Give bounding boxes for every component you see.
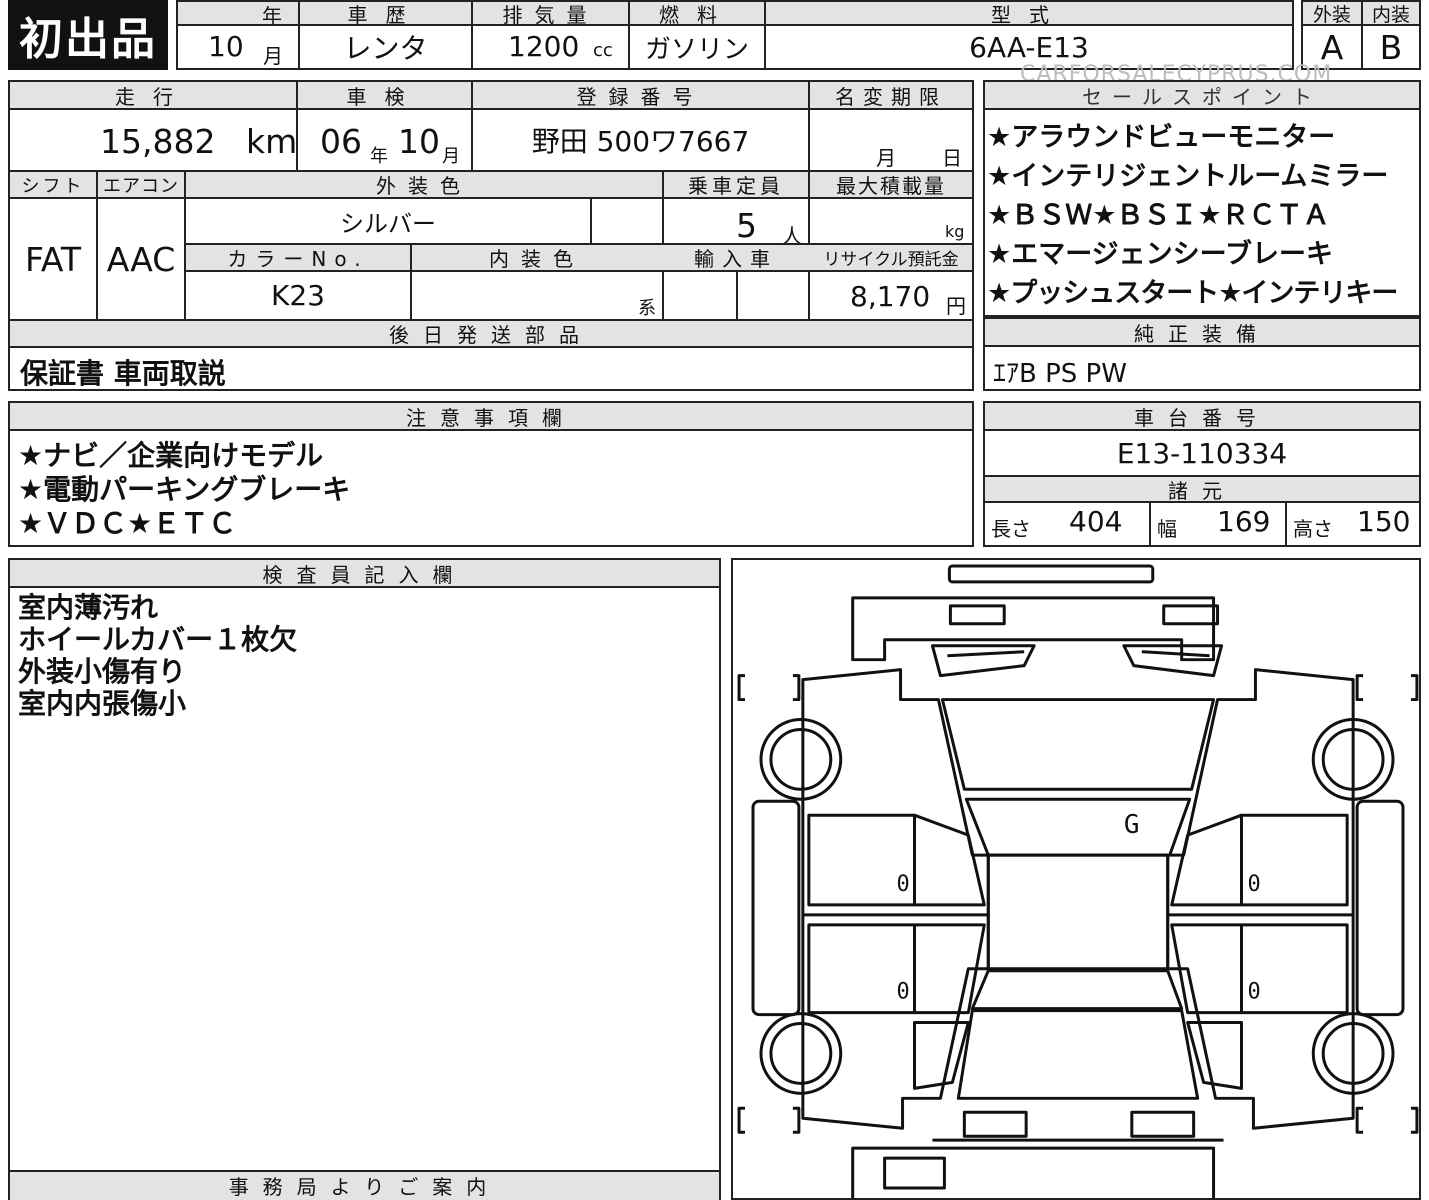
later-parts-value: 保証書 車両取説 (20, 357, 226, 390)
note-item: ★ＶＤＣ★ＥＴＣ (18, 507, 237, 540)
int-color-label: 内装色 (489, 247, 585, 271)
car-condition-diagram: G 0 0 0 0 (737, 564, 1419, 1198)
displacement-unit: cc (593, 40, 613, 61)
length-value: 404 (1069, 505, 1123, 538)
shift-value: FAT (24, 239, 82, 279)
vehicle-info-box: 走行 車検 登録番号 名変期限 15,882 km 06 年 10 月 野田 5… (8, 80, 974, 391)
recycle-value: 8,170 (850, 280, 931, 313)
rear-right-door-mark: 0 (1247, 980, 1260, 1005)
chassis-value: E13-110334 (1116, 436, 1288, 470)
capacity-value: 5 (736, 206, 757, 245)
history-value: レンタ (343, 32, 428, 65)
inspector-item: 室内薄汚れ (18, 591, 159, 624)
capacity-label: 乗車定員 (688, 174, 784, 198)
genuine-equip-value: ｴｱB PS PW (993, 359, 1127, 389)
genuine-equipment-box: 純正装備 ｴｱB PS PW (983, 317, 1421, 391)
inspection-year: 06 (320, 122, 362, 161)
color-no-value: K23 (271, 279, 325, 312)
notes-list: ★ナビ／企業向けモデル ★電動パーキングブレーキ ★ＶＤＣ★ＥＴＣ (18, 439, 350, 541)
chassis-label: 車台番号 (1134, 405, 1270, 430)
width-value: 169 (1217, 505, 1271, 538)
sales-point-item: ★プッシュスタート★インテリキー (987, 278, 1398, 309)
car-diagram-box: G 0 0 0 0 (731, 558, 1421, 1200)
note-item: ★ナビ／企業向けモデル (18, 439, 324, 472)
history-label: 車歴 (347, 2, 424, 27)
height-value: 150 (1357, 505, 1411, 538)
sales-points-list: ★アラウンドビューモニター ★インテリジェントルームミラー ★ＢＳＷ★ＢＳＩ★Ｒ… (987, 118, 1398, 313)
registration-value: 野田 500ワ7667 (531, 125, 750, 158)
inspector-box: 検査員記入欄 室内薄汚れ ホイールカバー１枚欠 外装小傷有り 室内内張傷小 事務… (8, 558, 721, 1200)
mileage-label: 走行 (115, 84, 191, 109)
interior-grade-label: 内装 (1371, 3, 1410, 26)
notes-box: 注意事項欄 ★ナビ／企業向けモデル ★電動パーキングブレーキ ★ＶＤＣ★ＥＴＣ (8, 401, 974, 547)
recycle-label: リサイクル預託金 (823, 250, 959, 270)
first-listing-badge: 初出品 (8, 0, 168, 70)
sales-point-item: ★インテリジェントルームミラー (987, 161, 1389, 192)
roof-mark: G (1124, 810, 1140, 840)
sales-point-item: ★ＢＳＷ★ＢＳＩ★ＲＣＴＡ (987, 200, 1330, 231)
name-change-label: 名変期限 (835, 84, 947, 109)
notes-label: 注意事項欄 (406, 405, 576, 430)
ext-color-label: 外装色 (376, 174, 472, 198)
inspection-month-unit: 月 (442, 146, 460, 167)
sales-point-item: ★エマージェンシーブレーキ (987, 239, 1334, 270)
sales-point-item: ★アラウンドビューモニター (987, 122, 1336, 153)
int-color-unit: 系 (638, 298, 656, 319)
import-label: 輸入車 (694, 247, 778, 271)
registration-label: 登録番号 (576, 84, 705, 109)
chassis-box: 車台番号 E13-110334 諸元 長さ 404 幅 169 高さ 150 (983, 401, 1421, 547)
inspector-item: ホイールカバー１枚欠 (18, 623, 298, 656)
later-parts-label: 後日発送部品 (389, 323, 593, 347)
first-listing-text: 初出品 (19, 14, 157, 65)
aircon-value: AAC (106, 239, 176, 279)
mileage-unit: km (246, 122, 298, 161)
name-change-month: 月 (876, 146, 896, 170)
specs-label: 諸元 (1168, 478, 1236, 503)
color-no-label: カラーNo. (227, 247, 369, 271)
inspector-label: 検査員記入欄 (262, 562, 467, 587)
recycle-unit: 円 (946, 294, 966, 318)
inspector-item: 外装小傷有り (18, 655, 187, 688)
note-item: ★電動パーキングブレーキ (18, 473, 351, 506)
shift-label: シフト (21, 175, 85, 197)
length-label: 長さ (991, 517, 1031, 541)
interior-grade: B (1379, 27, 1403, 67)
inspection-year-unit: 年 (370, 146, 388, 167)
name-change-day: 日 (942, 146, 962, 170)
ext-color-value: シルバー (340, 209, 436, 238)
model-label: 型式 (991, 2, 1067, 27)
displacement-label: 排気量 (502, 2, 599, 27)
displacement-value: 1200 (508, 30, 580, 63)
year-label: 年 (262, 4, 282, 28)
sales-points-box: セールスポイント ★アラウンドビューモニター ★インテリジェントルームミラー ★… (983, 80, 1421, 317)
grade-box: 外装 内装 A B (1301, 0, 1421, 70)
first-reg-month: 10 (208, 30, 244, 63)
aircon-label: エアコン (103, 175, 179, 197)
inspection-month: 10 (398, 122, 440, 161)
max-load-label: 最大積載量 (836, 174, 946, 198)
max-load-unit: kg (945, 222, 965, 241)
inspection-label: 車検 (346, 84, 423, 109)
mileage-value: 15,882 (100, 122, 216, 161)
fuel-label: 燃料 (659, 2, 735, 27)
sales-points-label: セールスポイント (1082, 84, 1322, 109)
width-label: 幅 (1157, 517, 1177, 541)
height-label: 高さ (1293, 517, 1333, 541)
header-row-box: 年 車歴 排気量 燃料 型式 10 月 レンタ 1200 cc ガソリン 6AA… (176, 0, 1294, 70)
exterior-grade-label: 外装 (1312, 3, 1351, 26)
front-right-door-mark: 0 (1247, 872, 1260, 897)
inspector-item: 室内内張傷小 (18, 687, 187, 720)
rear-left-door-mark: 0 (897, 980, 910, 1005)
office-label: 事務局よりご案内 (228, 1174, 501, 1199)
front-left-door-mark: 0 (897, 872, 910, 897)
genuine-equip-label: 純正装備 (1134, 321, 1270, 346)
inspector-list: 室内薄汚れ ホイールカバー１枚欠 外装小傷有り 室内内張傷小 (18, 592, 297, 720)
first-reg-month-unit: 月 (263, 44, 283, 68)
fuel-value: ガソリン (644, 34, 749, 65)
